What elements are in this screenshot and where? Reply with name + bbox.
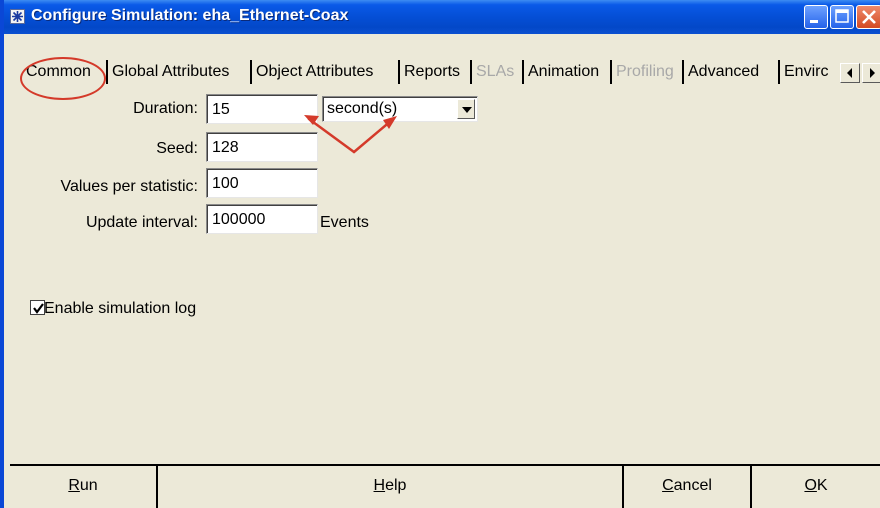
maximize-icon[interactable] <box>830 5 854 29</box>
tab-advanced[interactable]: Advanced <box>686 60 780 84</box>
tab-separator <box>106 60 108 84</box>
tab-bar: Common Global Attributes Object Attribut… <box>12 56 880 88</box>
help-button[interactable]: Help <box>158 466 624 508</box>
enable-simulation-log-label[interactable]: Enable simulation log <box>44 300 196 318</box>
update-interval-input[interactable] <box>206 204 318 234</box>
tab-separator <box>470 60 472 84</box>
run-button[interactable]: Run <box>10 466 158 508</box>
tab-separator <box>398 60 400 84</box>
chevron-down-icon[interactable] <box>457 99 475 119</box>
annotation-arrow-lines <box>307 117 394 154</box>
ok-button[interactable]: OK <box>752 466 880 508</box>
duration-units-value: second(s) <box>327 100 398 117</box>
tab-object-attributes[interactable]: Object Attributes <box>254 60 400 84</box>
tab-separator <box>250 60 252 84</box>
tab-separator <box>682 60 684 84</box>
tab-global-attributes[interactable]: Global Attributes <box>110 60 252 84</box>
tab-animation[interactable]: Animation <box>526 60 612 84</box>
duration-input[interactable] <box>206 94 318 124</box>
cancel-button[interactable]: Cancel <box>624 466 752 508</box>
tab-slas: SLAs <box>476 63 515 80</box>
app-icon <box>10 9 25 24</box>
tab-profiling: Profiling <box>616 63 674 80</box>
seed-input[interactable] <box>206 132 318 162</box>
values-per-statistic-input[interactable] <box>206 168 318 198</box>
tab-separator <box>522 60 524 84</box>
tab-scroll-left-button[interactable] <box>840 63 860 83</box>
duration-units-select[interactable]: second(s) <box>322 96 478 122</box>
button-bar: Run Help Cancel OK <box>10 464 880 508</box>
minimize-icon[interactable] <box>804 5 828 29</box>
enable-simulation-log-checkbox[interactable] <box>30 300 45 315</box>
seed-label: Seed: <box>156 140 198 157</box>
values-per-statistic-label: Values per statistic: <box>60 178 198 195</box>
update-interval-units: Events <box>320 214 369 231</box>
window-title: Configure Simulation: eha_Ethernet-Coax <box>31 7 349 24</box>
title-bar[interactable]: Configure Simulation: eha_Ethernet-Coax <box>4 0 880 34</box>
tab-reports[interactable]: Reports <box>402 60 472 84</box>
tab-scroll-right-button[interactable] <box>862 63 880 83</box>
close-icon[interactable] <box>856 5 880 29</box>
update-interval-label: Update interval: <box>85 214 198 231</box>
tab-separator <box>610 60 612 84</box>
tab-environment[interactable]: Envirc <box>782 60 836 84</box>
configure-simulation-window: Configure Simulation: eha_Ethernet-Coax … <box>0 0 880 508</box>
duration-label: Duration: <box>133 100 198 117</box>
tab-common[interactable]: Common <box>24 60 108 84</box>
tab-separator <box>778 60 780 84</box>
